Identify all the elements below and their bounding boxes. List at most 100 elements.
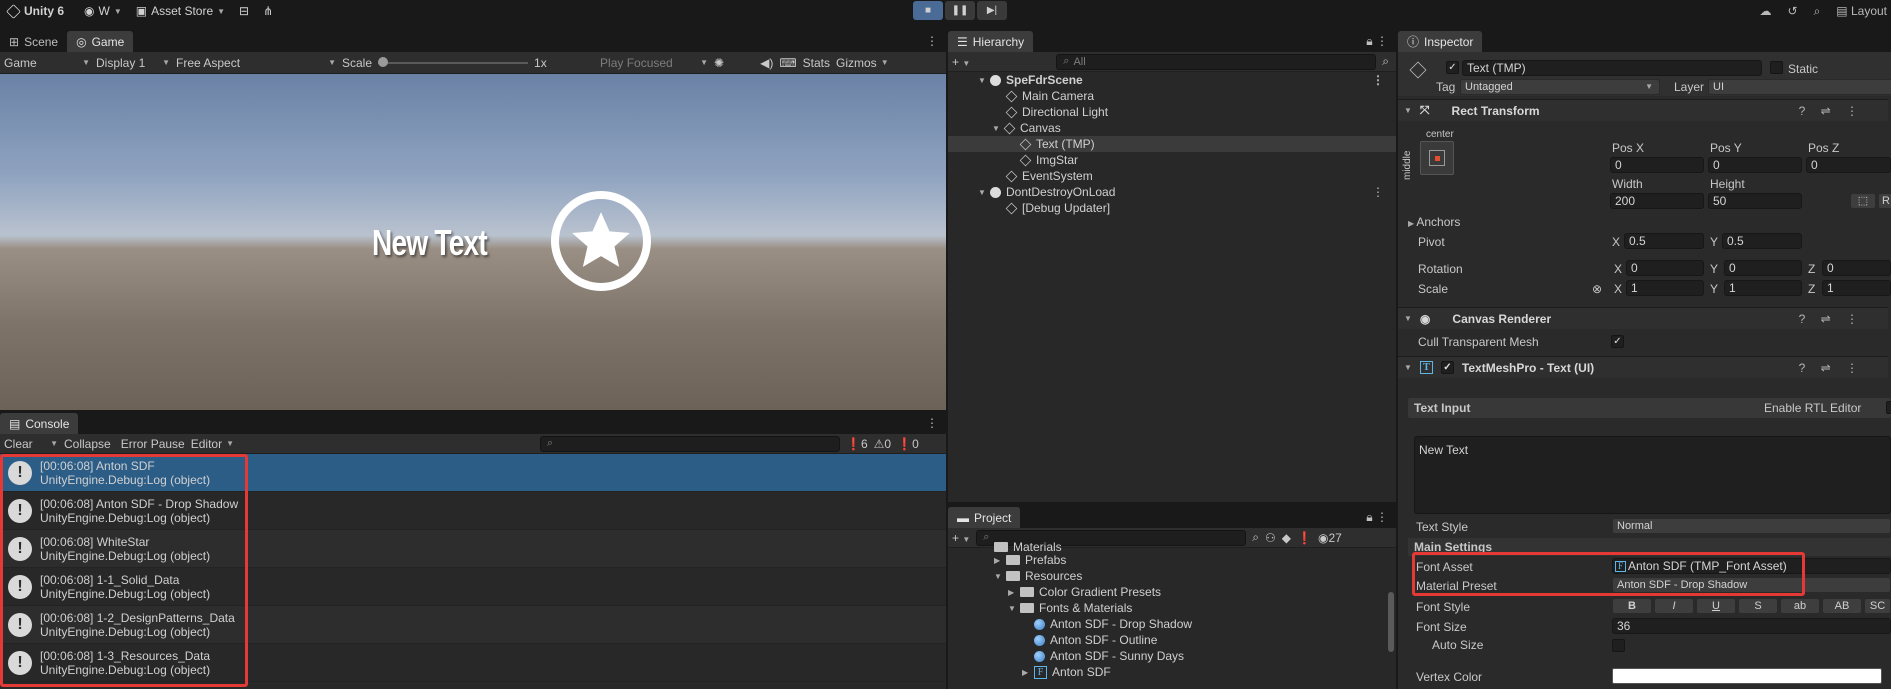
panel-menu-icon[interactable]: ⋮ bbox=[926, 416, 938, 430]
project-item[interactable]: Anton SDF - Outline bbox=[948, 632, 1396, 648]
keyboard-icon[interactable]: ⌨ bbox=[779, 56, 796, 70]
console-search-input[interactable]: ⌕ bbox=[540, 435, 841, 452]
active-checkbox[interactable]: ✓ bbox=[1446, 61, 1459, 74]
anchor-preset-button[interactable] bbox=[1420, 141, 1454, 175]
project-item[interactable]: ▼ Resources bbox=[948, 568, 1396, 584]
gizmos-dropdown[interactable]: Gizmos ▼ bbox=[836, 56, 889, 70]
scale-y-field[interactable]: 1 bbox=[1724, 280, 1802, 296]
hierarchy-item[interactable]: [Debug Updater] bbox=[948, 200, 1396, 216]
version-control-button[interactable]: ⋔ bbox=[256, 0, 280, 22]
tag-dropdown[interactable]: Untagged ▼ bbox=[1460, 79, 1660, 95]
editor-dropdown[interactable]: Editor ▼ bbox=[191, 437, 234, 451]
text-input-area[interactable]: New Text bbox=[1414, 436, 1891, 514]
play-focused-dropdown[interactable]: Play Focused ▼ bbox=[600, 56, 708, 70]
expand-icon[interactable]: ▶ bbox=[1022, 668, 1034, 677]
collapse-button[interactable]: Collapse bbox=[64, 437, 111, 451]
project-item[interactable]: ▶ Prefabs bbox=[948, 552, 1396, 568]
enable-rtl-checkbox[interactable] bbox=[1886, 401, 1891, 414]
hierarchy-item[interactable]: Directional Light bbox=[948, 104, 1396, 120]
component-actions-icon[interactable]: ? ⇌ ⋮ bbox=[1799, 361, 1864, 375]
stop-button[interactable]: ■ bbox=[913, 1, 943, 20]
bug-icon[interactable]: ✺ bbox=[714, 56, 724, 70]
cloud-icon[interactable]: ☁ bbox=[1760, 4, 1772, 18]
project-scrollbar[interactable] bbox=[1388, 592, 1394, 652]
pivot-x-field[interactable]: 0.5 bbox=[1624, 233, 1704, 249]
expand-icon[interactable]: ▼ bbox=[1008, 604, 1020, 613]
font-style-underline-button[interactable]: U bbox=[1696, 598, 1736, 614]
expand-icon[interactable]: ▶ bbox=[994, 556, 1006, 565]
tmp-component-header[interactable]: ▼ T ✓ TextMeshPro - Text (UI)? ⇌ ⋮ bbox=[1398, 356, 1888, 378]
font-style-smallcaps-button[interactable]: SC bbox=[1864, 598, 1891, 614]
hierarchy-item[interactable]: ImgStar bbox=[948, 152, 1396, 168]
warning-count-toggle[interactable]: ⚠0 bbox=[874, 437, 891, 451]
aspect-dropdown[interactable]: Free Aspect ▼ bbox=[176, 56, 336, 70]
rot-y-field[interactable]: 0 bbox=[1724, 260, 1802, 276]
clear-dropdown[interactable]: Clear ▼ bbox=[4, 437, 58, 451]
static-checkbox[interactable] bbox=[1770, 61, 1783, 74]
hierarchy-item-scene[interactable]: ▼ SpeFdrScene ⋮ bbox=[948, 72, 1396, 88]
tab-console[interactable]: ▤ Console bbox=[0, 413, 79, 434]
step-button[interactable]: ▶| bbox=[977, 1, 1007, 20]
hierarchy-item[interactable]: Main Camera bbox=[948, 88, 1396, 104]
scale-z-field[interactable]: 1 bbox=[1822, 280, 1891, 296]
expand-icon[interactable]: ▼ bbox=[994, 572, 1006, 581]
kebab-icon[interactable]: ⋮ bbox=[1372, 73, 1384, 87]
raw-edit-button[interactable]: R bbox=[1878, 193, 1891, 209]
pause-button[interactable]: ❚❚ bbox=[945, 1, 975, 20]
search-options-icon[interactable]: ⌕ bbox=[1382, 54, 1389, 69]
hierarchy-item[interactable]: ▼ Canvas bbox=[948, 120, 1396, 136]
expand-icon[interactable]: ▼ bbox=[978, 188, 990, 197]
add-icon[interactable]: + ▼ bbox=[952, 55, 970, 69]
rot-z-field[interactable]: 0 bbox=[1822, 260, 1891, 276]
tab-scene[interactable]: ⊞ Scene bbox=[0, 31, 67, 52]
error-pause-button[interactable]: Error Pause bbox=[121, 437, 185, 451]
project-item[interactable]: Anton SDF - Drop Shadow bbox=[948, 616, 1396, 632]
object-name-field[interactable]: Text (TMP) bbox=[1462, 60, 1762, 76]
layout-dropdown[interactable]: ▤ Layout bbox=[1836, 4, 1887, 18]
text-style-dropdown[interactable]: Normal bbox=[1612, 518, 1891, 534]
pos-x-field[interactable]: 0 bbox=[1610, 157, 1704, 173]
tab-hierarchy[interactable]: ☰ Hierarchy bbox=[948, 31, 1034, 52]
font-style-bold-button[interactable]: B bbox=[1612, 598, 1652, 614]
hierarchy-search-input[interactable]: ⌕ All bbox=[1056, 53, 1377, 70]
vertex-color-swatch[interactable] bbox=[1612, 668, 1882, 684]
display-dropdown[interactable]: Display 1 ▼ bbox=[96, 56, 170, 70]
pivot-y-field[interactable]: 0.5 bbox=[1722, 233, 1802, 249]
history-icon[interactable]: ↺ bbox=[1788, 4, 1798, 18]
unity-menu[interactable]: Unity 6 bbox=[0, 0, 71, 22]
font-style-uppercase-button[interactable]: AB bbox=[1822, 598, 1862, 614]
scale-slider-thumb[interactable] bbox=[378, 56, 389, 67]
project-item[interactable]: ▼ Fonts & Materials bbox=[948, 600, 1396, 616]
error-count-toggle[interactable]: ❗0 bbox=[897, 437, 919, 451]
font-size-field[interactable]: 36 bbox=[1612, 618, 1891, 634]
search-icon[interactable]: ⌕ bbox=[1814, 4, 1821, 19]
expand-icon[interactable]: ▶ bbox=[1008, 588, 1020, 597]
width-field[interactable]: 200 bbox=[1610, 193, 1704, 209]
game-viewport[interactable]: New Text bbox=[0, 74, 946, 410]
package-button[interactable]: ⊟ bbox=[232, 0, 256, 22]
scale-x-field[interactable]: 1 bbox=[1626, 280, 1704, 296]
project-item[interactable]: Anton SDF - Sunny Days bbox=[948, 648, 1396, 664]
audio-icon[interactable]: ◀) bbox=[760, 56, 773, 70]
project-item[interactable]: ▶ F Anton SDF bbox=[948, 664, 1396, 680]
layer-dropdown[interactable]: UI bbox=[1708, 79, 1891, 95]
lock-and-menu-icon[interactable]: 🔒︎ ⋮ bbox=[1366, 34, 1388, 49]
auto-size-checkbox[interactable] bbox=[1612, 639, 1625, 652]
rect-transform-header[interactable]: ▼ ⤧ Rect Transform? ⇌ ⋮ bbox=[1398, 99, 1888, 121]
hierarchy-item[interactable]: EventSystem bbox=[948, 168, 1396, 184]
font-style-strike-button[interactable]: S bbox=[1738, 598, 1778, 614]
blueprint-mode-button[interactable]: ⬚ bbox=[1850, 193, 1876, 209]
component-actions-icon[interactable]: ? ⇌ ⋮ bbox=[1799, 312, 1864, 326]
game-view-dropdown[interactable]: Game ▼ bbox=[4, 56, 90, 70]
anchors-foldout[interactable]: ▶ Anchors bbox=[1408, 215, 1460, 229]
project-item[interactable]: Materials bbox=[948, 542, 1396, 552]
tab-game[interactable]: ◎ Game bbox=[67, 31, 134, 52]
cull-transparent-checkbox[interactable]: ✓ bbox=[1611, 335, 1624, 348]
account-dropdown[interactable]: ◉ W ▼ bbox=[77, 0, 129, 22]
hierarchy-item-scene[interactable]: ▼ DontDestroyOnLoad ⋮ bbox=[948, 184, 1396, 200]
hierarchy-item-selected[interactable]: Text (TMP) bbox=[948, 136, 1396, 152]
rot-x-field[interactable]: 0 bbox=[1626, 260, 1704, 276]
stats-button[interactable]: Stats bbox=[803, 56, 830, 70]
pos-z-field[interactable]: 0 bbox=[1806, 157, 1891, 173]
canvas-renderer-header[interactable]: ▼ ◉ Canvas Renderer? ⇌ ⋮ bbox=[1398, 307, 1888, 329]
